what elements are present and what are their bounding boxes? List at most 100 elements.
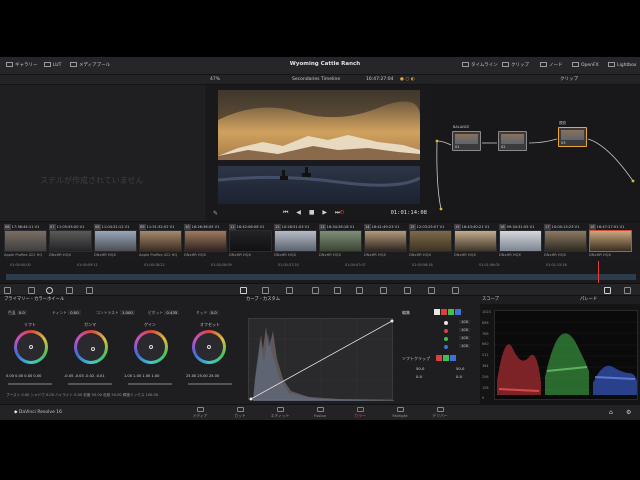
node-balance[interactable]: 01 xyxy=(452,131,481,151)
qualifier-icon[interactable] xyxy=(286,287,293,294)
param-contrast[interactable]: コントラスト 1.000 xyxy=(96,310,135,316)
clip-thumbnail[interactable]: 09 11:51:32:02 V1 Apple ProRes 422 HQ xyxy=(139,224,182,260)
channel-row-y[interactable]: 100 xyxy=(402,320,472,326)
page-tab[interactable]: デリバー xyxy=(420,405,460,420)
gamma-master-slider[interactable] xyxy=(68,383,112,385)
soft-clip-low[interactable]: 50.0 xyxy=(416,366,424,371)
playhead[interactable] xyxy=(598,261,599,283)
color-match-icon[interactable] xyxy=(28,287,35,294)
clip-thumbnail[interactable]: 07 11:05:55:00 V1 DNxHR HQX xyxy=(49,224,92,260)
clip-thumbnail[interactable]: 06 17:36:44:11 V1 Apple ProRes 422 HQ xyxy=(4,224,47,260)
clip-thumbnail[interactable]: 10 16:26:36:05 V1 DNxHR HQX xyxy=(184,224,227,260)
clip-thumbnail[interactable]: 08 11:04:31:12 V1 DNxHR HQX xyxy=(94,224,137,260)
home-icon[interactable]: ⌂ xyxy=(609,409,613,416)
nodes-toggle[interactable]: ノード xyxy=(540,62,563,70)
gain-wheel[interactable] xyxy=(134,330,168,364)
soft-clip-red[interactable] xyxy=(436,355,442,361)
settings-gear-icon[interactable]: ⚙ xyxy=(626,409,631,416)
page-tab[interactable]: Fusion xyxy=(300,405,340,420)
gain-values[interactable]: 1.00 1.00 1.00 1.00 xyxy=(124,374,159,378)
channel-g-button[interactable] xyxy=(448,309,454,315)
lightbox-toggle[interactable]: Lightbox xyxy=(608,62,636,70)
wheel-bottom-params[interactable]: ブースト 0.00 シャドウ 0.00 ハイライト 0.00 彩度 50.00 … xyxy=(6,393,246,398)
zoom-level[interactable]: 47% xyxy=(210,76,220,84)
lift-wheel[interactable] xyxy=(14,330,48,364)
channel-row-red[interactable]: 100 xyxy=(402,328,472,334)
gamma-wheel-handle[interactable] xyxy=(91,347,95,351)
soft-clip-blue[interactable] xyxy=(450,355,456,361)
gamma-wheel[interactable] xyxy=(74,330,108,364)
soft-clip-ls[interactable]: 0.0 xyxy=(416,374,422,379)
gain-wheel-handle[interactable] xyxy=(149,345,153,349)
channel-row-blue[interactable]: 100 xyxy=(402,344,472,350)
key-icon[interactable] xyxy=(404,287,411,294)
tracker-icon[interactable] xyxy=(334,287,341,294)
node-02[interactable]: 02 xyxy=(498,131,527,151)
rgb-mixer-icon[interactable] xyxy=(66,287,73,294)
gain-master-slider[interactable] xyxy=(128,383,172,385)
mini-timeline[interactable]: 01:00:00:00 01:00:09:11 01:00:18:22 01:00:2… xyxy=(0,261,640,283)
channel-b-button[interactable] xyxy=(455,309,461,315)
clip-thumbnail[interactable]: 18 16:47:27:01 V1 DNxHR HQX xyxy=(589,224,632,260)
soft-clip-hs[interactable]: 0.0 xyxy=(456,374,462,379)
loop-icon[interactable]: ⟲ xyxy=(339,209,344,216)
curves-icon[interactable] xyxy=(240,287,247,294)
clip-thumbnail[interactable]: 14 16:41:49:23 V1 DNxHR HQX xyxy=(364,224,407,260)
offset-wheel-handle[interactable] xyxy=(207,345,211,349)
clip-thumbnail[interactable]: 11 16:42:06:06 V1 DNxHR HQX xyxy=(229,224,272,260)
clips-toggle[interactable]: クリップ xyxy=(502,62,529,70)
clip-thumbnail[interactable]: 13 16:34:26:18 V1 DNxHR HQX xyxy=(319,224,362,260)
page-tab[interactable]: メディア xyxy=(180,405,220,420)
page-tab[interactable]: Fairlight xyxy=(380,405,420,420)
window-icon[interactable] xyxy=(312,287,319,294)
clip-thumbnail[interactable]: 15 16:43:40:21 V1 DNxHR HQX xyxy=(454,224,497,260)
openfx-toggle[interactable]: OpenFX xyxy=(572,62,599,70)
timeline-selector[interactable]: Secondaries Timeline xyxy=(292,76,340,84)
channel-y-button[interactable] xyxy=(434,309,440,315)
soft-clip-high[interactable]: 50.0 xyxy=(456,366,464,371)
timeline-toggle[interactable]: タイムライン xyxy=(462,62,498,70)
video-track-v1[interactable] xyxy=(6,274,636,280)
gamma-values[interactable]: -0.05 -0.05 -0.02 -0.01 xyxy=(64,374,105,378)
offset-master-slider[interactable] xyxy=(188,383,232,385)
soft-clip-buttons[interactable] xyxy=(436,355,456,361)
sizing-icon[interactable] xyxy=(428,287,435,294)
clip-thumbnail[interactable]: 15 12:03:25:07 V1 DNxHR HQX xyxy=(409,224,452,260)
eyedropper-icon[interactable]: ✎ xyxy=(213,210,218,217)
info-icon[interactable] xyxy=(624,287,631,294)
page-tab[interactable]: エディット xyxy=(260,405,300,420)
offset-values[interactable]: 25.00 25.00 25.00 xyxy=(186,374,219,378)
offset-wheel[interactable] xyxy=(192,330,226,364)
viewer-frame[interactable] xyxy=(218,90,420,204)
color-warper-icon[interactable] xyxy=(262,287,269,294)
lift-master-slider[interactable] xyxy=(8,383,52,385)
gallery-toggle[interactable]: ギャラリー xyxy=(6,62,38,70)
channel-link-buttons[interactable] xyxy=(434,309,464,315)
scope-mode-selector[interactable]: パレード xyxy=(580,296,598,304)
channel-row-green[interactable]: 100 xyxy=(402,336,472,342)
param-tint[interactable]: ティント 0.00 xyxy=(52,310,81,316)
curve-graph[interactable] xyxy=(248,318,394,401)
soft-clip-green[interactable] xyxy=(443,355,449,361)
lut-toggle[interactable]: LUT xyxy=(44,62,61,70)
node-03-selected[interactable]: 03 xyxy=(558,127,587,147)
clip-thumbnail[interactable]: 17 10:00:13:23 V1 DNxHR HQX xyxy=(544,224,587,260)
clip-thumbnail[interactable]: 16 09:34:31:05 V1 DNxHR HQX xyxy=(499,224,542,260)
param-pivot[interactable]: ピボット 0.435 xyxy=(148,310,180,316)
blur-icon[interactable] xyxy=(380,287,387,294)
lift-values[interactable]: 0.00 0.00 0.00 0.00 xyxy=(6,374,41,378)
camera-raw-icon[interactable] xyxy=(4,287,11,294)
clip-thumbnail[interactable]: 12 10:28:51:03 V1 DNxHR HQX xyxy=(274,224,317,260)
3d-icon[interactable] xyxy=(452,287,459,294)
node-editor[interactable]: BALANCE 01 02 視覚 03 xyxy=(433,85,640,221)
media-pool-toggle[interactable]: メディアプール xyxy=(70,62,110,70)
page-tab[interactable]: カラー xyxy=(340,405,380,420)
scopes-icon[interactable] xyxy=(604,287,611,294)
record-icons[interactable]: ● ○ ◐ xyxy=(400,76,415,84)
channel-r-button[interactable] xyxy=(441,309,447,315)
motion-effects-icon[interactable] xyxy=(86,287,93,294)
color-wheels-icon[interactable] xyxy=(46,287,53,294)
node-mode-selector[interactable]: クリップ xyxy=(560,76,578,84)
playback-buttons[interactable]: ⏮ ◀ ■ ▶ ⏭ xyxy=(283,209,343,217)
page-tab[interactable]: カット xyxy=(220,405,260,420)
